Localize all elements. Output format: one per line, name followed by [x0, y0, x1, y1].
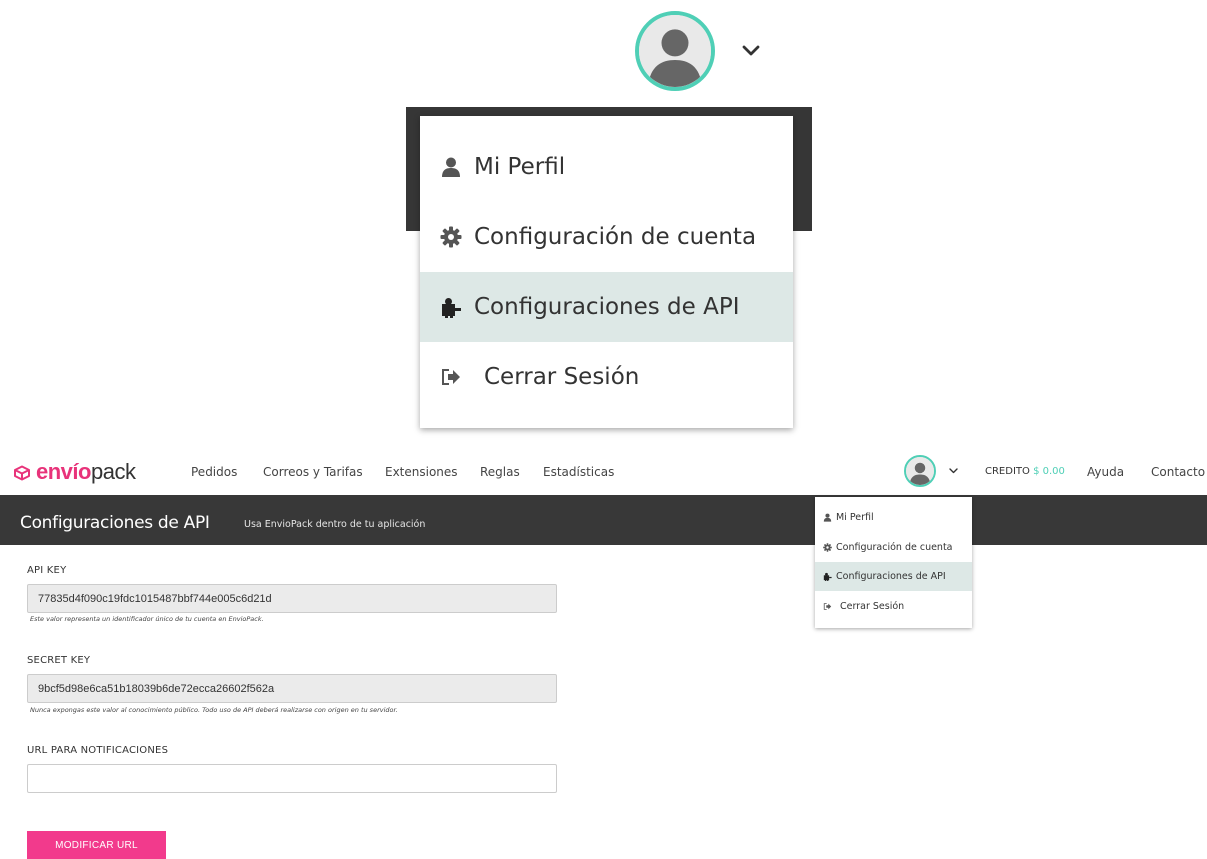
chevron-down-icon[interactable] [948, 465, 959, 476]
notification-url-input[interactable] [27, 764, 557, 793]
user-icon [823, 513, 832, 522]
sign-out-icon [823, 602, 832, 611]
secret-key-input[interactable] [27, 674, 557, 703]
nav-link-reglas[interactable]: Reglas [480, 465, 520, 479]
secret-key-label: SECRET KEY [27, 655, 91, 666]
user-icon [440, 156, 462, 178]
api-key-help: Este valor representa un identificador ú… [30, 615, 264, 623]
nav-link-pedidos[interactable]: Pedidos [191, 465, 237, 479]
zoom-menu-item-label: Mi Perfil [474, 154, 566, 180]
page-title: Configuraciones de API [20, 513, 210, 533]
user-avatar-icon [639, 15, 711, 87]
logo-wordmark: envíopack [36, 459, 136, 484]
page-subtitle: Usa EnvioPack dentro de tu aplicación [244, 519, 426, 530]
api-key-label: API KEY [27, 565, 67, 576]
user-avatar-icon [906, 457, 934, 485]
dropdown-item-configuracion-cuenta[interactable]: Configuración de cuenta [815, 533, 972, 562]
zoom-menu-item-cerrar-sesion[interactable]: Cerrar Sesión [420, 342, 793, 412]
puzzle-icon [823, 572, 832, 581]
zoom-user-menu: Mi Perfil Configuración de cuenta Config… [420, 116, 793, 428]
nav-link-ayuda[interactable]: Ayuda [1087, 465, 1124, 479]
zoom-user-avatar [635, 11, 715, 91]
gear-icon [823, 543, 832, 552]
user-avatar-button[interactable] [904, 455, 936, 487]
secret-key-help: Nunca expongas este valor al conocimient… [30, 706, 398, 714]
zoom-chevron-down-icon [742, 45, 760, 56]
gear-icon [440, 226, 462, 248]
dropdown-item-mi-perfil[interactable]: Mi Perfil [815, 503, 972, 532]
notification-url-label: URL PARA NOTIFICACIONES [27, 745, 169, 756]
zoom-menu-item-configuracion-cuenta[interactable]: Configuración de cuenta [420, 202, 793, 272]
zoom-menu-item-label: Cerrar Sesión [484, 364, 640, 390]
box-logo-icon [14, 465, 30, 481]
dropdown-item-label: Configuración de cuenta [836, 542, 953, 553]
api-key-input[interactable] [27, 584, 557, 613]
nav-link-extensiones[interactable]: Extensiones [385, 465, 458, 479]
credit-indicator: CREDITO $ 0.00 [985, 466, 1065, 477]
puzzle-icon [440, 296, 462, 318]
envio-pack-logo[interactable]: envíopack [12, 459, 136, 484]
nav-link-correos-tarifas[interactable]: Correos y Tarifas [263, 465, 363, 479]
dropdown-item-label: Configuraciones de API [836, 571, 946, 582]
dropdown-item-configuraciones-api[interactable]: Configuraciones de API [815, 562, 972, 591]
nav-link-estadisticas[interactable]: Estadísticas [543, 465, 614, 479]
zoom-menu-item-mi-perfil[interactable]: Mi Perfil [420, 132, 793, 202]
sign-out-icon [440, 366, 462, 388]
dropdown-item-cerrar-sesion[interactable]: Cerrar Sesión [815, 592, 972, 621]
zoom-menu-item-label: Configuración de cuenta [474, 224, 757, 250]
dropdown-item-label: Mi Perfil [836, 512, 874, 523]
dropdown-item-label: Cerrar Sesión [840, 601, 905, 612]
zoom-menu-item-configuraciones-api[interactable]: Configuraciones de API [420, 272, 793, 342]
user-dropdown-menu: Mi Perfil Configuración de cuenta Config… [815, 497, 972, 628]
nav-link-contacto[interactable]: Contacto [1151, 465, 1205, 479]
modify-url-button[interactable]: MODIFICAR URL [27, 831, 166, 859]
zoom-menu-item-label: Configuraciones de API [474, 294, 740, 320]
